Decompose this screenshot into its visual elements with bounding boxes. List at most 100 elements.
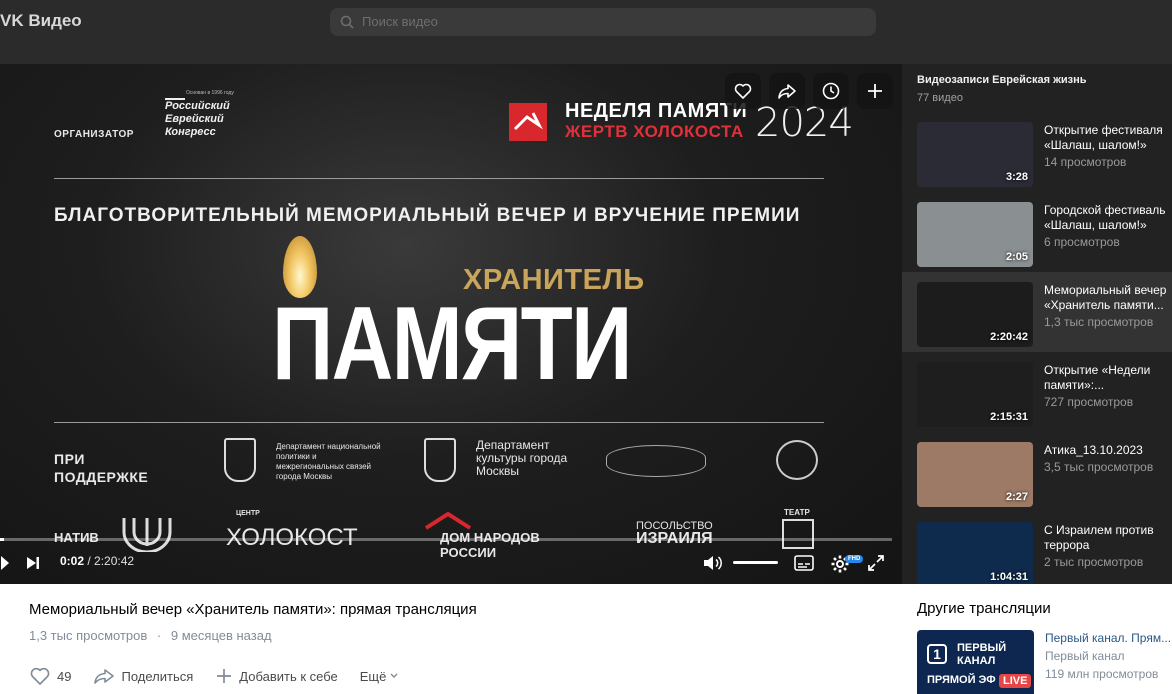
poster-week-subtitle: ЖЕРТВ ХОЛОКОСТА [565, 122, 744, 141]
poster-organizer-label: ОРГАНИЗАТОР [54, 129, 134, 140]
video-views: 6 просмотров [1044, 235, 1120, 249]
total-time: 2:20:42 [94, 554, 135, 568]
video-thumbnail: 2:15:31 [917, 362, 1033, 427]
more-label: Ещё [359, 668, 387, 684]
video-thumbnail: 1:04:31 [917, 522, 1033, 584]
video-view-count: 1,3 тыс просмотров [29, 628, 148, 643]
live-stream-thumbnail[interactable]: 1 ПЕРВЫЙ КАНАЛ ПРЯМОЙ ЭФ LIVE [917, 630, 1034, 694]
poster-logo-dom2: РОССИИ [440, 545, 497, 560]
rec-line: Российский [165, 100, 230, 112]
fullscreen-icon [868, 555, 884, 571]
eagle-emblem-icon [776, 440, 818, 480]
share-label: Поделиться [121, 668, 194, 684]
theatre-mask-icon [782, 519, 814, 549]
video-views: 2 тыс просмотров [1044, 555, 1144, 569]
video-title: Городской фестиваль «Шалаш, шалом!» [1044, 203, 1166, 232]
poster-divider [54, 178, 824, 179]
playlist-item[interactable]: 1:04:31 С Израилем против террора 2 тыс … [902, 512, 1172, 584]
video-page-title: Мемориальный вечер «Хранитель памяти»: п… [29, 601, 477, 618]
playlist-item[interactable]: 2:05 Городской фестиваль «Шалаш, шалом!»… [902, 192, 1172, 272]
search-input[interactable]: Поиск видео [330, 8, 876, 36]
share-icon [778, 84, 796, 99]
menorah-logo-icon [122, 518, 172, 552]
playlist-title[interactable]: Видеозаписи Еврейская жизнь [917, 74, 1087, 86]
share-button[interactable]: Поделиться [93, 666, 193, 686]
time-display: 0:02 / 2:20:42 [60, 554, 134, 568]
search-icon [340, 15, 354, 29]
meta-dot: · [156, 628, 162, 643]
chevron-down-icon [390, 673, 398, 678]
live-stream-views: 119 млн просмотров [1045, 667, 1159, 681]
live-stream-title[interactable]: Первый канал. Прям... [1045, 631, 1171, 645]
heart-icon [734, 83, 752, 99]
support-line: ПРИ [54, 451, 85, 467]
video-duration: 2:15:31 [990, 411, 1028, 423]
playlist-item-active[interactable]: 2:20:42 Мемориальный вечер «Хранитель па… [902, 272, 1172, 352]
rec-line: Еврейский [165, 113, 224, 125]
channel-name-thumb: ПЕРВЫЙ КАНАЛ [957, 642, 1006, 668]
video-thumbnail: 3:28 [917, 122, 1033, 187]
more-button[interactable]: Ещё [360, 669, 406, 684]
video-duration: 3:28 [1005, 171, 1028, 183]
thumb-line: ПЕРВЫЙ [957, 642, 1007, 654]
next-button[interactable] [25, 554, 41, 572]
add-overlay-button[interactable] [857, 73, 893, 109]
plus-icon [217, 669, 232, 683]
subtitles-button[interactable] [793, 553, 815, 573]
other-streams-title: Другие трансляции [917, 600, 1051, 617]
like-overlay-button[interactable] [725, 73, 761, 109]
video-frame: ОРГАНИЗАТОР Основан в 1996 году Российск… [0, 64, 902, 584]
video-duration: 1:04:31 [990, 571, 1028, 583]
thumb-line: КАНАЛ [957, 655, 996, 667]
search-placeholder: Поиск видео [362, 14, 438, 29]
playlist-count: 77 видео [917, 92, 963, 104]
poster-support-label: ПРИ ПОДДЕРЖКЕ [54, 450, 148, 486]
like-button[interactable]: 49 [29, 666, 71, 686]
menorah-icon [165, 88, 185, 100]
video-title: Атика_13.10.2023 [1044, 443, 1143, 457]
moscow-crest-icon [424, 438, 456, 482]
subtitles-icon [794, 555, 814, 571]
video-actions: 49 Поделиться Добавить к себе Ещё [29, 664, 427, 688]
share-icon [94, 669, 115, 684]
video-player[interactable]: ОРГАНИЗАТОР Основан в 1996 году Российск… [0, 64, 902, 584]
thumb-live-text: ПРЯМОЙ ЭФ [927, 674, 996, 686]
volume-button[interactable] [702, 553, 724, 573]
video-duration: 2:27 [1005, 491, 1028, 503]
share-overlay-button[interactable] [769, 73, 805, 109]
video-age: 9 месяцев назад [170, 628, 272, 643]
video-title: Открытие фестиваля «Шалаш, шалом!» [1044, 123, 1163, 152]
heart-icon [30, 667, 50, 685]
watch-later-button[interactable] [813, 73, 849, 109]
support-line: ПОДДЕРЖКЕ [54, 469, 149, 485]
top-bar: VK Видео Поиск видео [0, 0, 1172, 64]
add-label: Добавить к себе [239, 668, 338, 684]
remembrance-week-icon [509, 103, 547, 141]
vk-video-logo[interactable]: VK Видео [0, 11, 82, 31]
poster-logo-theatre: ТЕАТР [784, 508, 810, 517]
time-separator: / [84, 554, 95, 568]
playlist-sidebar: Видеозаписи Еврейская жизнь 77 видео 3:2… [902, 64, 1172, 584]
volume-slider[interactable] [733, 561, 778, 564]
current-time: 0:02 [60, 554, 85, 568]
theatre-logo-icon [606, 445, 706, 477]
live-stream-channel[interactable]: Первый канал [1045, 649, 1125, 663]
live-badge: LIVE [999, 674, 1032, 688]
progress-bar[interactable] [0, 538, 892, 541]
playlist-item[interactable]: 3:28 Открытие фестиваля «Шалаш, шалом!» … [902, 112, 1172, 192]
play-icon [1, 556, 9, 570]
video-duration: 2:05 [1005, 251, 1028, 263]
poster-dept1: Департамент национальной политики и межр… [276, 442, 381, 481]
house-roof-icon [424, 512, 472, 530]
poster-rec-founded: Основан в 1996 году [186, 90, 234, 96]
moscow-crest-icon [224, 438, 256, 482]
video-views: 3,5 тыс просмотров [1044, 460, 1154, 474]
play-button[interactable] [0, 554, 10, 572]
add-to-library-button[interactable]: Добавить к себе [215, 667, 338, 685]
playlist-item[interactable]: 2:27 Атика_13.10.2023 3,5 тыс просмотров [902, 432, 1172, 512]
video-meta: 1,3 тыс просмотров · 9 месяцев назад [29, 628, 272, 643]
plus-icon [868, 84, 882, 98]
playlist-item[interactable]: 2:15:31 Открытие «Недели памяти»:... 727… [902, 352, 1172, 432]
video-thumbnail: 2:27 [917, 442, 1033, 507]
fullscreen-button[interactable] [866, 553, 886, 573]
